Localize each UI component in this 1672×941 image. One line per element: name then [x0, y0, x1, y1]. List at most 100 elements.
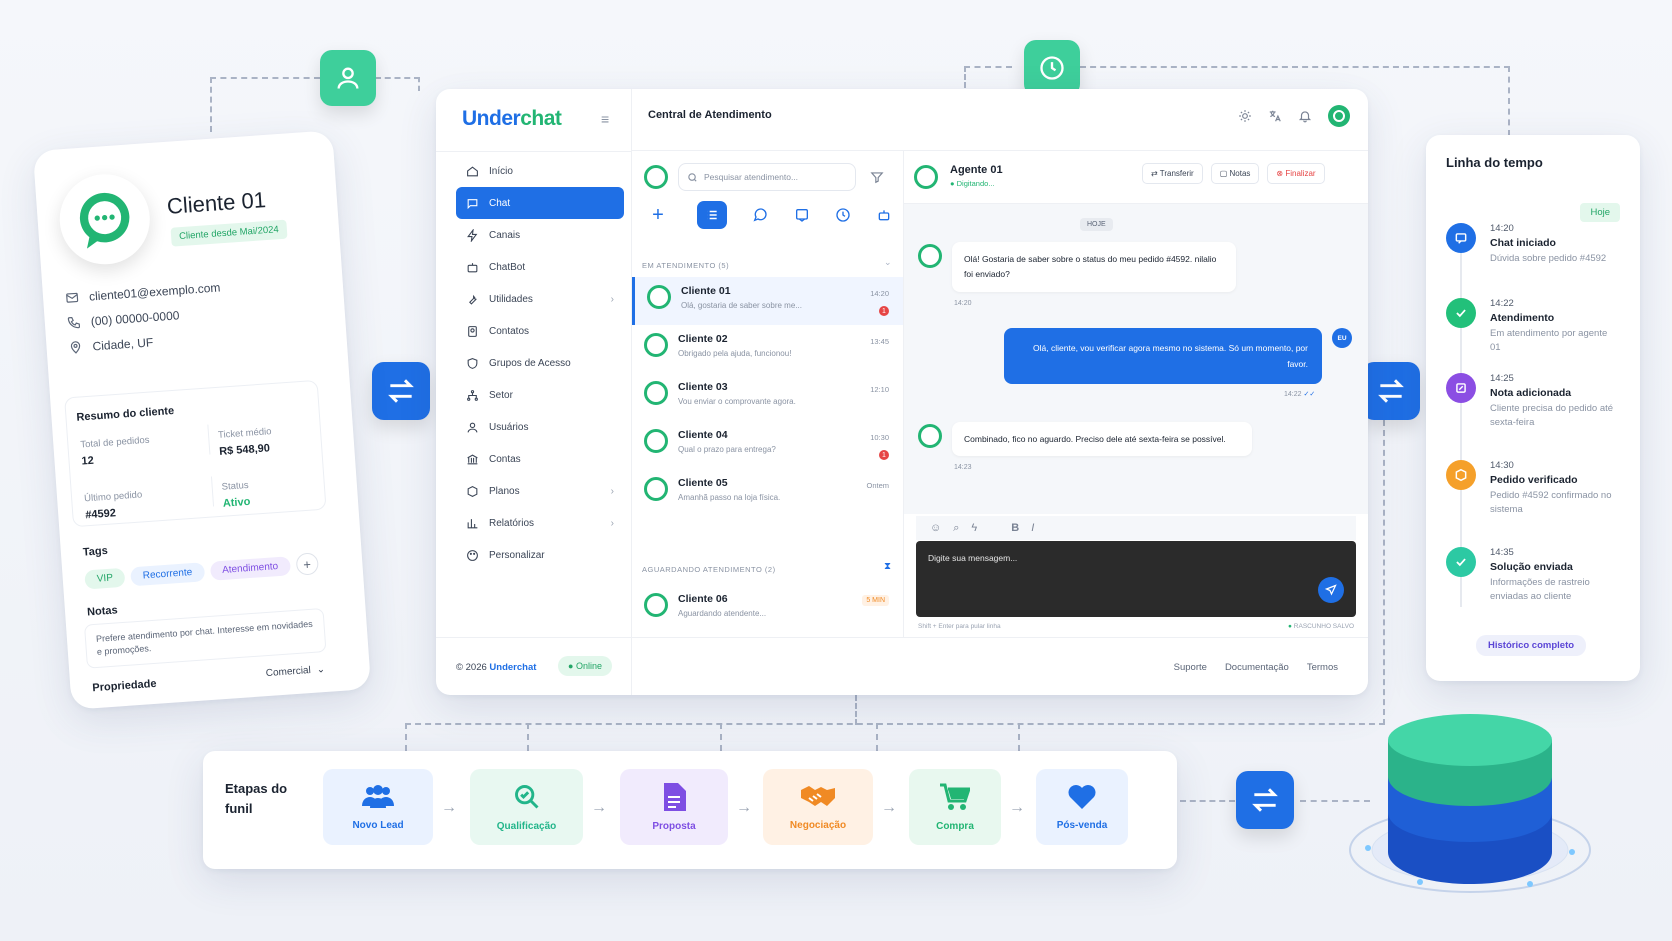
sidebar-item-inicio[interactable]: Início — [456, 155, 624, 187]
plus-icon[interactable]: + — [644, 204, 672, 227]
home-icon — [467, 165, 478, 176]
cart-icon — [940, 783, 970, 810]
list-view-icon[interactable] — [697, 201, 728, 229]
conversation-toolbar: + — [644, 201, 892, 229]
stage-pos-venda[interactable]: Pós-venda — [1036, 769, 1128, 845]
full-history-button[interactable]: Histórico completo — [1476, 635, 1587, 656]
chevron-right-icon: › — [610, 293, 614, 305]
send-button[interactable] — [1318, 577, 1344, 603]
attach-icon[interactable]: ⌕ — [953, 522, 959, 535]
client-phone[interactable]: (00) 00000-0000 — [90, 308, 179, 328]
sidebar-item-contas[interactable]: Contas — [456, 443, 624, 475]
agent-avatar — [914, 165, 938, 189]
chat-panel: Agente 01 ● Digitando... ⇄ Transferir ▢ … — [904, 151, 1368, 637]
draft-status: ● RASCUNHO SALVO — [1288, 623, 1354, 630]
robot-icon — [467, 262, 478, 272]
user-icon — [467, 422, 478, 432]
sidebar-item-chat[interactable]: Chat — [456, 187, 624, 219]
timeline-event: 14:35 Solução enviada Informações de rastr… — [1446, 547, 1620, 604]
bell-icon[interactable] — [1298, 109, 1312, 123]
sidebar-item-chatbot[interactable]: ChatBot — [456, 251, 624, 283]
tag-atendimento[interactable]: Atendimento — [209, 555, 291, 581]
handshake-icon — [801, 785, 835, 806]
app-header: Central de Atendimento — [632, 89, 1368, 151]
page-title: Central de Atendimento — [648, 109, 772, 121]
conversation-panel: Pesquisar atendimento... + EM ATENDIMENT… — [632, 151, 904, 637]
sidebar-item-contatos[interactable]: Contatos — [456, 315, 624, 347]
notes-button[interactable]: ▢ Notas — [1210, 163, 1260, 184]
stage-compra[interactable]: Compra — [909, 769, 1001, 845]
composer-hint: Shift + Enter para pular linha — [918, 623, 1001, 630]
sync-tile-bottom — [1236, 771, 1294, 829]
check-icon — [1446, 547, 1476, 577]
avg-ticket-value: R$ 548,90 — [218, 442, 271, 458]
swap-arrows-icon — [1378, 379, 1404, 403]
contact-avatar — [644, 381, 668, 405]
add-tag-button[interactable]: + — [295, 552, 319, 576]
stage-negociacao[interactable]: Negociação — [763, 769, 873, 845]
sidebar-item-usuarios[interactable]: Usuários — [456, 411, 624, 443]
tag-vip[interactable]: VIP — [84, 567, 126, 590]
cube-icon — [467, 485, 478, 497]
sidebar-item-grupos[interactable]: Grupos de Acesso — [456, 347, 624, 379]
message-input[interactable]: Digite sua mensagem... — [916, 541, 1356, 617]
stage-proposta[interactable]: Proposta — [620, 769, 728, 845]
sidebar-item-relatorios[interactable]: Relatórios › — [456, 507, 624, 539]
bookmark-icon[interactable] — [794, 207, 810, 223]
finish-button[interactable]: ⊗ Finalizar — [1267, 163, 1325, 184]
user-icon — [337, 67, 359, 89]
client-email[interactable]: cliente01@exemplo.com — [89, 280, 221, 303]
footer-link-termos[interactable]: Termos — [1307, 662, 1338, 673]
notes-box[interactable]: Prefere atendimento por chat. Interesse … — [83, 607, 327, 669]
sidebar-item-utilidades[interactable]: Utilidades › — [456, 283, 624, 315]
contact-avatar — [647, 285, 671, 309]
last-order-value: #4592 — [84, 507, 117, 522]
online-status: ● Online — [558, 656, 612, 676]
italic-icon[interactable]: I — [1031, 522, 1034, 534]
list-item-cliente-06[interactable]: Cliente 06 Aguardando atendente... 5 MIN — [632, 585, 903, 633]
contact-avatar — [918, 244, 942, 268]
footer-link-suporte[interactable]: Suporte — [1174, 662, 1207, 673]
heart-icon — [1068, 784, 1096, 809]
transfer-button[interactable]: ⇄ Transferir — [1142, 163, 1203, 184]
tag-recorrente[interactable]: Recorrente — [130, 561, 205, 586]
chat-icon[interactable] — [752, 207, 768, 223]
list-item-cliente-04[interactable]: Cliente 04 Qual o prazo para entrega? 10:… — [632, 421, 903, 469]
bold-icon[interactable]: B — [1011, 522, 1019, 534]
sidebar-item-personalizar[interactable]: Personalizar — [456, 539, 624, 571]
list-item-cliente-05[interactable]: Cliente 05 Amanhã passo na loja física. O… — [632, 469, 903, 517]
user-avatar[interactable] — [1328, 105, 1350, 127]
stage-qualificacao[interactable]: Qualificação — [470, 769, 583, 845]
translate-icon[interactable] — [1268, 109, 1282, 123]
unread-badge: 1 — [879, 450, 889, 460]
stage-novo-lead[interactable]: Novo Lead — [323, 769, 433, 845]
send-icon — [1325, 584, 1337, 596]
owner-select[interactable]: Comercial ⌄ — [265, 664, 325, 679]
list-item-cliente-01[interactable]: Cliente 01 Olá, gostaria de saber sobre m… — [632, 277, 903, 325]
shield-icon — [467, 357, 478, 369]
list-item-cliente-02[interactable]: Cliente 02 Obrigado pela ajuda, funcionou… — [632, 325, 903, 373]
filter-icon[interactable] — [870, 170, 884, 184]
menu-icon[interactable]: ≡ — [601, 111, 609, 127]
footer-link-documentacao[interactable]: Documentação — [1225, 662, 1289, 673]
sun-icon[interactable] — [1238, 109, 1252, 123]
sidebar-item-setor[interactable]: Setor — [456, 379, 624, 411]
emoji-icon[interactable]: ☺ — [930, 522, 941, 534]
wrench-icon — [469, 294, 477, 305]
bolt-icon[interactable]: ϟ — [971, 522, 977, 534]
robot-icon[interactable] — [876, 207, 892, 223]
brand-logo[interactable]: Underchat — [462, 107, 562, 131]
sidebar-item-planos[interactable]: Planos › — [456, 475, 624, 507]
contact-avatar — [644, 477, 668, 501]
search-input[interactable]: Pesquisar atendimento... — [704, 172, 798, 182]
app-window: Underchat ≡ Início Chat Canais ChatBot U… — [436, 89, 1368, 695]
chevron-down-icon[interactable]: ⌄ — [884, 257, 892, 268]
message-time: 14:22 ✓✓ — [1284, 391, 1316, 398]
bar-chart-icon — [467, 518, 478, 528]
funnel-title: Etapas do funil — [225, 781, 288, 816]
list-item-cliente-03[interactable]: Cliente 03 Vou enviar o comprovante agora… — [632, 373, 903, 421]
search-box[interactable]: Pesquisar atendimento... — [678, 163, 856, 191]
sidebar-item-canais[interactable]: Canais — [456, 219, 624, 251]
clock-icon[interactable] — [835, 207, 851, 223]
footer-copyright: © 2026 Underchat — [456, 662, 537, 673]
